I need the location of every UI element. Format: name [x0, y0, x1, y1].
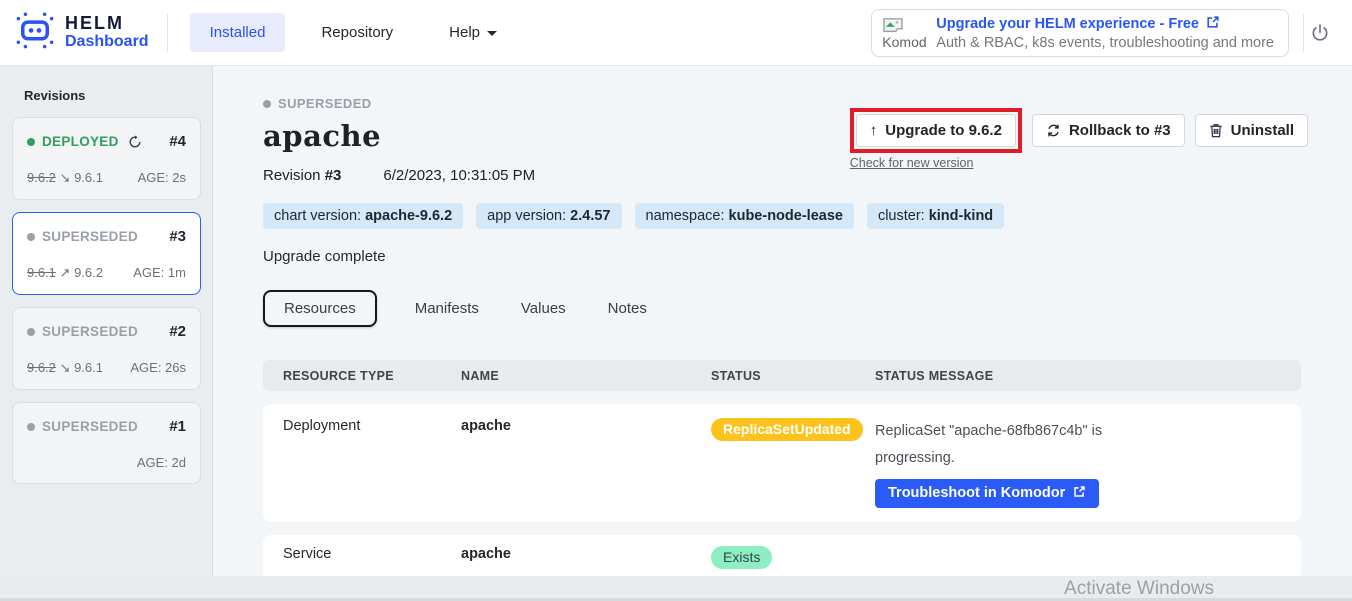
table-row-deployment: Deployment apache ReplicaSetUpdated Repl…	[263, 404, 1301, 522]
detail-tabs: Resources Manifests Values Notes	[263, 290, 1308, 327]
tab-manifests[interactable]: Manifests	[411, 291, 483, 326]
resources-table: RESOURCE TYPE NAME STATUS STATUS MESSAGE…	[263, 360, 1301, 580]
promo-title-link[interactable]: Upgrade your HELM experience - Free	[936, 16, 1199, 32]
revision-versions: 9.6.2 ↘ 9.6.1	[27, 170, 103, 186]
status-message-text: ReplicaSet "apache-68fb867c4b" is progre…	[875, 418, 1120, 472]
tab-values[interactable]: Values	[517, 291, 570, 326]
helm-dashboard-logo[interactable]: HELM Dashboard	[10, 9, 167, 56]
version-arrow-icon: ↗	[60, 265, 71, 280]
chip-chart-version: chart version: apache-9.6.2	[263, 203, 463, 229]
check-new-version-link[interactable]: Check for new version	[850, 156, 1022, 170]
cell-status-message	[875, 546, 1301, 569]
arrow-up-icon: ↑	[870, 122, 878, 139]
col-resource-type: RESOURCE TYPE	[283, 369, 461, 383]
release-detail-panel: SUPERSEDED apache Revision #3 6/2/2023, …	[213, 66, 1352, 576]
trash-icon	[1209, 123, 1223, 138]
revision-label: Revision #3	[263, 167, 341, 184]
cell-name: apache	[461, 418, 711, 508]
external-link-icon	[1073, 485, 1086, 502]
revision-versions: 9.6.2 ↘ 9.6.1	[27, 360, 103, 376]
activate-windows-watermark: Activate Windows	[1064, 578, 1214, 600]
shutdown-power-button[interactable]	[1310, 23, 1330, 43]
col-status-message: STATUS MESSAGE	[875, 369, 1301, 383]
release-timestamp: 6/2/2023, 10:31:05 PM	[383, 167, 535, 184]
top-bar: HELM Dashboard Installed Repository Help…	[0, 0, 1352, 66]
release-status-text: Upgrade complete	[263, 248, 1308, 265]
revision-number: #4	[169, 133, 186, 150]
status-dot	[27, 233, 35, 241]
reload-icon[interactable]	[128, 135, 142, 149]
revisions-title: Revisions	[24, 88, 212, 103]
status-dot	[27, 328, 35, 336]
komodor-image-alt-text: Komodor	[882, 35, 926, 49]
revision-status: SUPERSEDED	[42, 229, 138, 244]
revision-number: #3	[169, 228, 186, 245]
nav-menu-help[interactable]: Help	[429, 13, 517, 52]
table-header-row: RESOURCE TYPE NAME STATUS STATUS MESSAGE	[263, 360, 1301, 391]
chevron-down-icon	[487, 31, 497, 36]
upgrade-button[interactable]: ↑ Upgrade to 9.6.2	[856, 114, 1016, 147]
annotation-highlight-box: ↑ Upgrade to 9.6.2	[850, 108, 1022, 153]
status-badge: ReplicaSetUpdated	[711, 418, 863, 441]
uninstall-button[interactable]: Uninstall	[1195, 114, 1308, 147]
bottom-strip: Activate Windows	[0, 576, 1352, 601]
rollback-button[interactable]: Rollback to #3	[1032, 114, 1185, 147]
rollback-icon	[1046, 123, 1061, 138]
col-name: NAME	[461, 369, 711, 383]
komodor-promo-banner[interactable]: Komodor Upgrade your HELM experience - F…	[871, 9, 1289, 57]
revision-status: SUPERSEDED	[42, 324, 138, 339]
col-status: STATUS	[711, 369, 875, 383]
help-label: Help	[449, 24, 480, 41]
chip-app-version: app version: 2.4.57	[476, 203, 621, 229]
tab-resources[interactable]: Resources	[263, 290, 377, 327]
status-dot	[27, 138, 35, 146]
release-actions: ↑ Upgrade to 9.6.2 Check for new version…	[850, 108, 1308, 170]
revision-card-4[interactable]: DEPLOYED #4 9.6.2 ↘ 9.6.1 AGE: 2s	[12, 117, 201, 200]
revisions-sidebar: Revisions DEPLOYED #4 9.6.2 ↘ 9.6.1 AGE:…	[0, 66, 213, 601]
promo-subtitle: Auth & RBAC, k8s events, troubleshooting…	[936, 35, 1274, 51]
version-arrow-icon: ↘	[60, 170, 71, 185]
logo-subtitle: Dashboard	[65, 33, 149, 51]
cell-name: apache	[461, 546, 711, 569]
revision-status: DEPLOYED	[42, 134, 119, 149]
revision-versions: 9.6.1 ↗ 9.6.2	[27, 265, 103, 281]
revision-age: AGE: 26s	[130, 360, 186, 376]
revision-age: AGE: 2d	[137, 455, 186, 470]
revision-age: AGE: 1m	[133, 265, 186, 281]
logo-title: HELM	[65, 14, 149, 33]
cell-resource-type: Deployment	[283, 418, 461, 508]
cell-status: ReplicaSetUpdated	[711, 418, 875, 508]
revision-number: #2	[169, 323, 186, 340]
status-dot	[263, 100, 271, 108]
status-badge: Exists	[711, 546, 772, 569]
chip-namespace: namespace: kube-node-lease	[635, 203, 854, 229]
revision-card-3[interactable]: SUPERSEDED #3 9.6.1 ↗ 9.6.2 AGE: 1m	[12, 212, 201, 295]
chip-cluster: cluster: kind-kind	[867, 203, 1004, 229]
komodor-broken-image: Komodor	[882, 17, 926, 49]
tab-notes[interactable]: Notes	[604, 291, 651, 326]
cell-status-message: ReplicaSet "apache-68fb867c4b" is progre…	[875, 418, 1301, 508]
cell-resource-type: Service	[283, 546, 461, 569]
nav-tab-repository[interactable]: Repository	[301, 13, 413, 52]
header-divider	[167, 14, 168, 52]
nav-tab-installed[interactable]: Installed	[190, 13, 286, 52]
troubleshoot-komodor-button[interactable]: Troubleshoot in Komodor	[875, 479, 1099, 508]
status-dot	[27, 423, 35, 431]
cell-status: Exists	[711, 546, 875, 569]
helm-logo-icon	[14, 9, 56, 56]
main-nav: Installed Repository Help	[190, 13, 517, 52]
release-meta-chips: chart version: apache-9.6.2 app version:…	[263, 203, 1308, 229]
table-row-service: Service apache Exists	[263, 535, 1301, 580]
revision-status: SUPERSEDED	[42, 419, 138, 434]
external-link-icon	[1206, 15, 1220, 33]
revision-age: AGE: 2s	[138, 170, 186, 186]
revision-card-1[interactable]: SUPERSEDED #1 AGE: 2d	[12, 402, 201, 484]
revision-number: #1	[169, 418, 186, 435]
revision-card-2[interactable]: SUPERSEDED #2 9.6.2 ↘ 9.6.1 AGE: 26s	[12, 307, 201, 390]
version-arrow-icon: ↘	[60, 360, 71, 375]
